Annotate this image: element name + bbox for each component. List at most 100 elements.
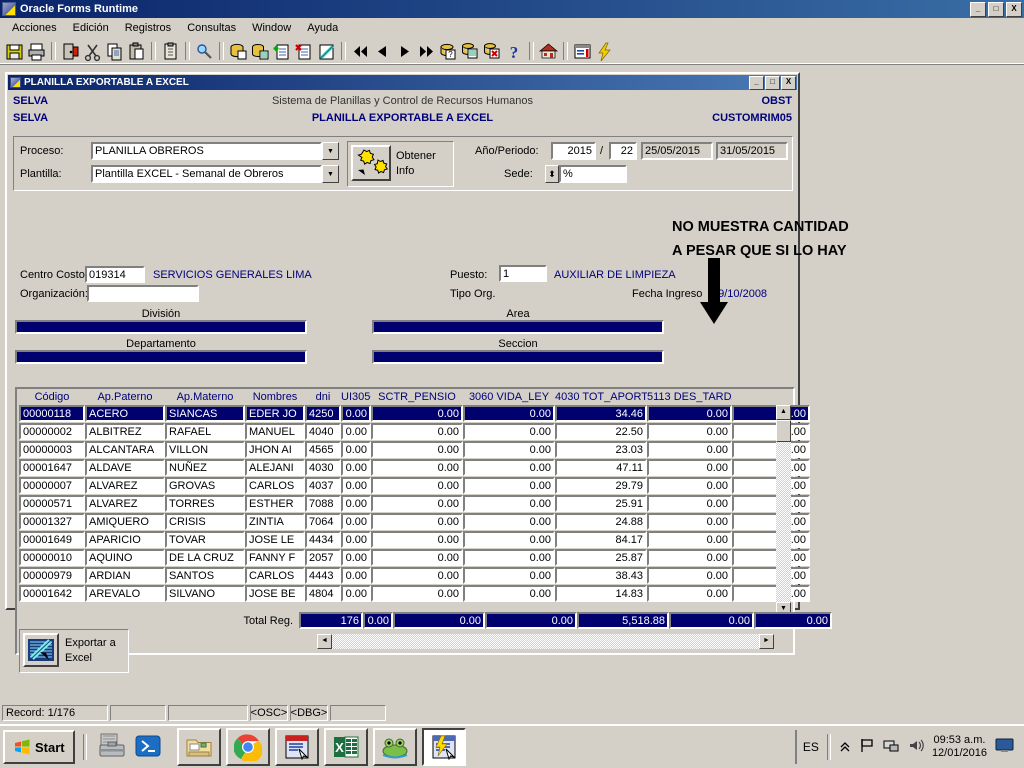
cell-ap_materno[interactable]: CRISIS <box>165 513 245 530</box>
cell-dni[interactable]: 4250 <box>305 405 341 422</box>
start-button[interactable]: Start <box>3 730 75 764</box>
cell-ap_materno[interactable]: SILVANO <box>165 585 245 602</box>
cell-tot_aporte[interactable]: 84.17 <box>555 531 647 548</box>
menu-acciones[interactable]: Acciones <box>4 20 65 36</box>
flag-icon[interactable] <box>859 738 875 756</box>
cell-des_tardanz[interactable]: 0.00 <box>647 459 732 476</box>
clear-record-icon[interactable] <box>316 41 337 62</box>
network-icon[interactable] <box>883 738 900 756</box>
chevron-up-icon[interactable] <box>839 739 851 756</box>
clipboard-icon[interactable] <box>160 41 181 62</box>
minimize-button[interactable]: _ <box>970 1 986 17</box>
division-value[interactable] <box>15 320 307 334</box>
close-button[interactable]: X <box>1006 1 1022 17</box>
cell-ap_materno[interactable]: GROVAS <box>165 477 245 494</box>
calendar-icon[interactable] <box>572 41 593 62</box>
cell-des_tardanz[interactable]: 0.00 <box>647 531 732 548</box>
cell-nombres[interactable]: JOSE BE <box>245 585 305 602</box>
departamento-value[interactable] <box>15 350 307 364</box>
chevron-down-icon[interactable]: ▼ <box>322 165 339 183</box>
table-row[interactable]: 00001647 ALDAVE NUÑEZ ALEJANI 4030 0.00 0.00 0.… <box>19 459 810 477</box>
last-record-icon[interactable] <box>416 41 437 62</box>
column-header-des_tardanz[interactable]: 5113 DES_TARDANZ <box>647 391 732 405</box>
menu-edicion[interactable]: Edición <box>65 20 117 36</box>
cell-nombres[interactable]: CARLOS <box>245 477 305 494</box>
table-row[interactable]: 00000007 ALVAREZ GROVAS CARLOS 4037 0.00 0.00 0… <box>19 477 810 495</box>
mdi-close-button[interactable]: X <box>781 75 796 90</box>
column-header-ap_materno[interactable]: Ap.Materno <box>165 391 245 405</box>
cell-codigo[interactable]: 00000571 <box>19 495 85 512</box>
help-icon[interactable]: ? <box>504 41 525 62</box>
cell-tot_aporte[interactable]: 25.91 <box>555 495 647 512</box>
column-header-vida_ley[interactable]: 3060 VIDA_LEY <box>463 391 555 405</box>
cell-ap_materno[interactable]: NUÑEZ <box>165 459 245 476</box>
scroll-up-button[interactable]: ▲ <box>776 405 791 420</box>
cell-ap_paterno[interactable]: AREVALO <box>85 585 165 602</box>
cell-ap_materno[interactable]: SANTOS <box>165 567 245 584</box>
cell-des_tardanz[interactable]: 0.00 <box>647 441 732 458</box>
sede-list-icon[interactable]: ⬍ <box>545 165 559 183</box>
cell-des_tardanz[interactable]: 0.00 <box>647 423 732 440</box>
organizacion-input[interactable] <box>87 285 199 302</box>
show-desktop-icon[interactable] <box>995 738 1015 757</box>
volume-icon[interactable] <box>908 738 924 756</box>
cell-nombres[interactable]: MANUEL <box>245 423 305 440</box>
taskbar-item-explorer[interactable] <box>176 728 221 766</box>
cell-sctr_pensio[interactable]: 0.00 <box>371 423 463 440</box>
cell-extra[interactable]: 0.00 <box>732 567 810 584</box>
cell-dni[interactable]: 4434 <box>305 531 341 548</box>
cell-extra[interactable]: 0.00 <box>732 585 810 602</box>
mdi-minimize-button[interactable]: _ <box>749 75 764 90</box>
cell-ap_paterno[interactable]: ALBITREZ <box>85 423 165 440</box>
table-row[interactable]: 00001649 APARICIO TOVAR JOSE LE 4434 0.00 0.00… <box>19 531 810 549</box>
cell-c_ui3050a[interactable]: 0.00 <box>341 549 371 566</box>
cell-tot_aporte[interactable]: 22.50 <box>555 423 647 440</box>
cell-nombres[interactable]: ALEJANI <box>245 459 305 476</box>
centro-costo-input[interactable]: 019314 <box>85 266 145 283</box>
cell-tot_aporte[interactable]: 47.11 <box>555 459 647 476</box>
seccion-value[interactable] <box>372 350 664 364</box>
cell-des_tardanz[interactable]: 0.00 <box>647 495 732 512</box>
cell-c_ui3050a[interactable]: 0.00 <box>341 441 371 458</box>
cut-icon[interactable] <box>82 41 103 62</box>
menu-consultas[interactable]: Consultas <box>179 20 244 36</box>
cell-extra[interactable]: 0.00 <box>732 495 810 512</box>
cell-vida_ley[interactable]: 0.00 <box>463 531 555 548</box>
execute-query-icon[interactable] <box>250 41 271 62</box>
cell-c_ui3050a[interactable]: 0.00 <box>341 531 371 548</box>
scroll-track-horizontal[interactable] <box>332 634 759 649</box>
exit-door-icon[interactable] <box>60 41 81 62</box>
powershell-icon[interactable] <box>133 731 163 764</box>
cell-c_ui3050a[interactable]: 0.00 <box>341 495 371 512</box>
cell-ap_paterno[interactable]: ALVAREZ <box>85 495 165 512</box>
cell-extra[interactable]: 0.00 <box>732 531 810 548</box>
taskbar-item-chrome[interactable] <box>225 728 270 766</box>
cell-extra[interactable]: 0.00 <box>732 405 810 422</box>
cell-vida_ley[interactable]: 0.00 <box>463 567 555 584</box>
cell-codigo[interactable]: 00000118 <box>19 405 85 422</box>
scroll-track-vertical[interactable] <box>776 420 791 602</box>
cell-sctr_pensio[interactable]: 0.00 <box>371 531 463 548</box>
cell-dni[interactable]: 4443 <box>305 567 341 584</box>
insert-record-icon[interactable] <box>272 41 293 62</box>
grid-horizontal-scrollbar[interactable]: ◄ ► <box>317 634 774 649</box>
cell-des_tardanz[interactable]: 0.00 <box>647 585 732 602</box>
taskbar-item-toad[interactable] <box>372 728 417 766</box>
cell-ap_materno[interactable]: SIANCAS <box>165 405 245 422</box>
column-header-sctr_pensio[interactable]: SCTR_PENSIO <box>371 391 463 405</box>
cell-nombres[interactable]: JOSE LE <box>245 531 305 548</box>
anio-input[interactable]: 2015 <box>551 142 596 160</box>
cell-c_ui3050a[interactable]: 0.00 <box>341 477 371 494</box>
cell-vida_ley[interactable]: 0.00 <box>463 585 555 602</box>
taskbar-item-forms-document[interactable] <box>274 728 319 766</box>
table-row[interactable]: 00001642 AREVALO SILVANO JOSE BE 4804 0.00 0.0… <box>19 585 810 603</box>
cell-vida_ley[interactable]: 0.00 <box>463 477 555 494</box>
cell-sctr_pensio[interactable]: 0.00 <box>371 441 463 458</box>
cell-tot_aporte[interactable]: 25.87 <box>555 549 647 566</box>
exportar-excel-button[interactable] <box>23 633 59 667</box>
menu-window[interactable]: Window <box>244 20 299 36</box>
cell-ap_materno[interactable]: RAFAEL <box>165 423 245 440</box>
cell-ap_materno[interactable]: TOVAR <box>165 531 245 548</box>
proceso-input[interactable]: PLANILLA OBREROS <box>91 142 322 160</box>
mdi-maximize-button[interactable]: □ <box>765 75 780 90</box>
